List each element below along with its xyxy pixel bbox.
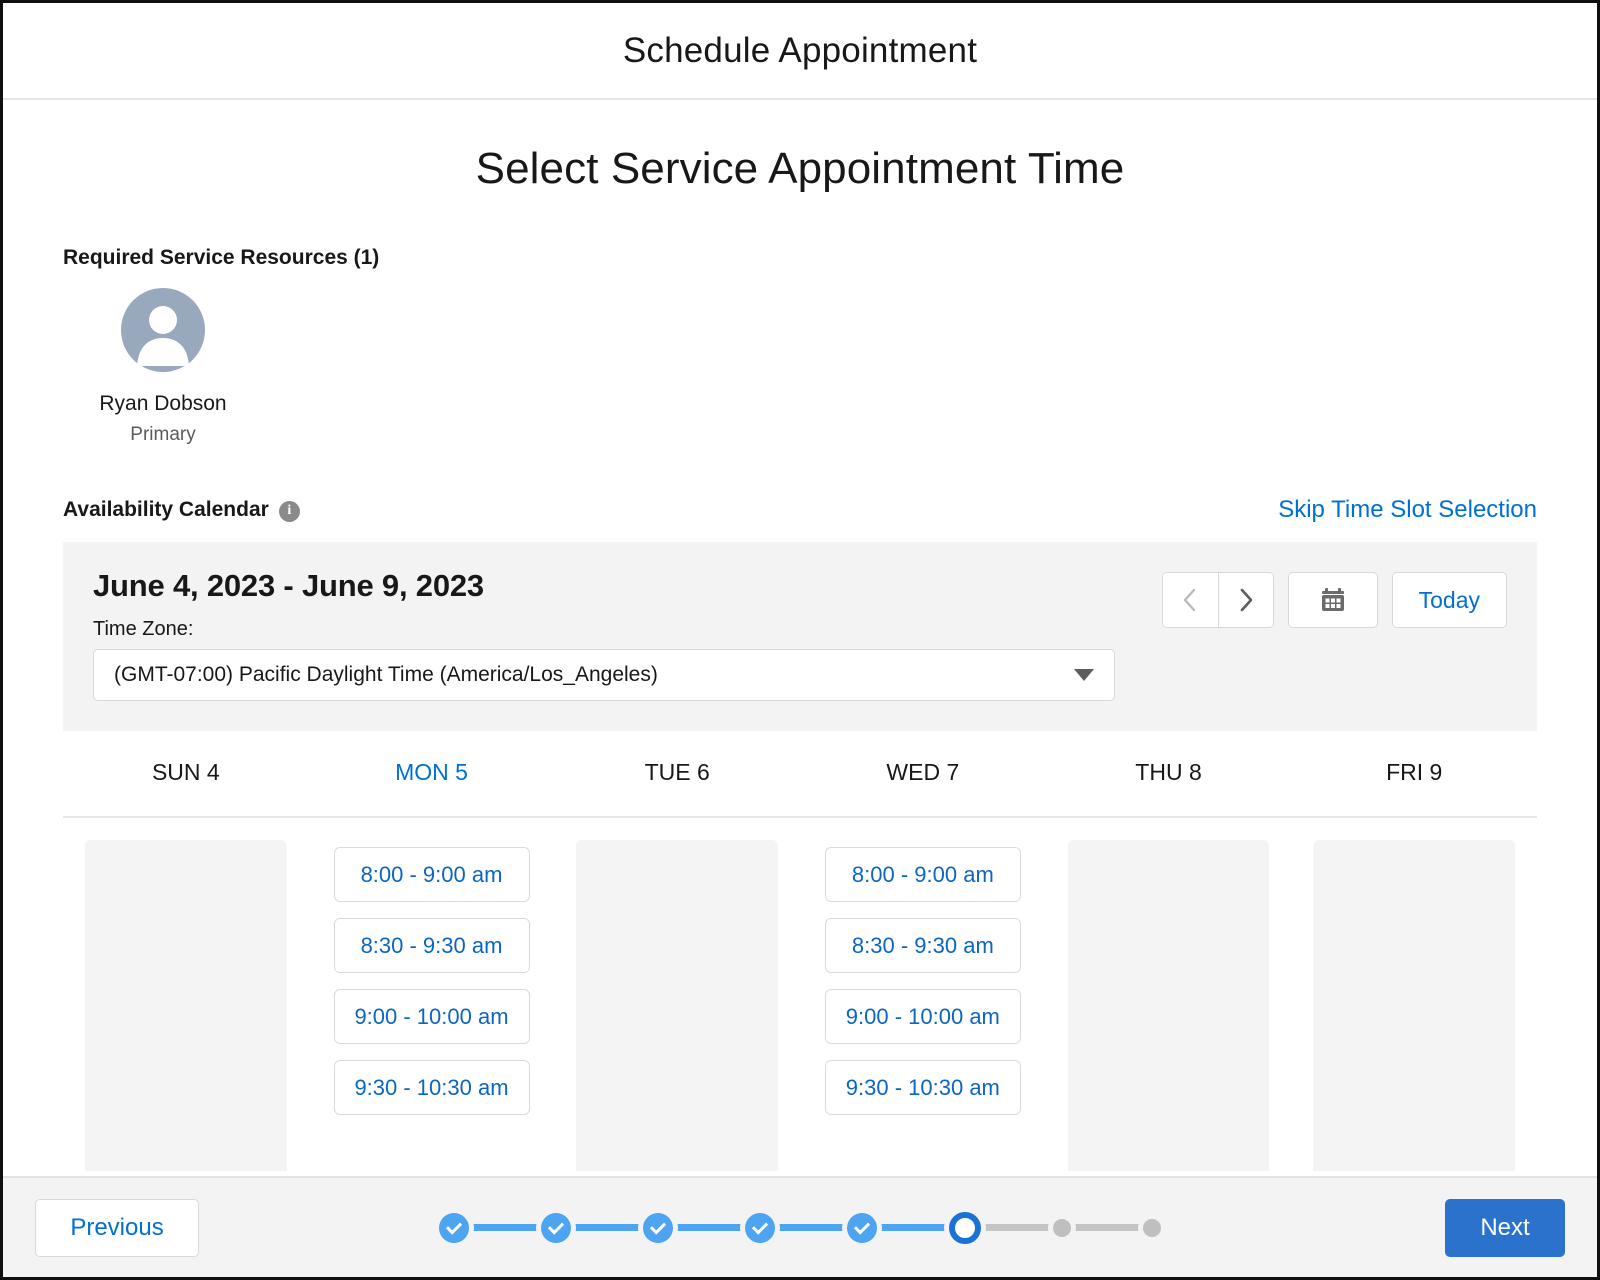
day-column-tue-6 [554, 840, 800, 1171]
day-header-mon-5[interactable]: MON 5 [309, 759, 555, 816]
resource-role: Primary [130, 424, 196, 445]
week-slot-columns: 8:00 - 9:00 am 8:30 - 9:30 am 9:00 - 10:… [63, 840, 1537, 1171]
modal-body: Select Service Appointment Time Required… [3, 100, 1597, 1176]
empty-day-background [85, 840, 287, 1171]
day-column-mon-5: 8:00 - 9:00 am 8:30 - 9:30 am 9:00 - 10:… [309, 840, 555, 1131]
progress-step-7[interactable] [1053, 1218, 1071, 1237]
calendar-toolbar-left: June 4, 2023 - June 9, 2023 Time Zone: (… [93, 568, 1153, 701]
resource-name: Ryan Dobson [99, 392, 227, 415]
required-service-resources-label: Required Service Resources (1) [63, 246, 1537, 270]
week-day-headers: SUN 4 MON 5 TUE 6 WED 7 THU 8 FRI 9 [63, 731, 1537, 818]
modal-footer: Previous Next [3, 1176, 1597, 1277]
progress-step-5[interactable] [847, 1212, 877, 1243]
resource-list: Ryan Dobson Primary [63, 288, 1537, 446]
user-avatar-icon [121, 288, 205, 372]
time-slot[interactable]: 8:30 - 9:30 am [333, 918, 530, 973]
empty-day-background [576, 840, 779, 1171]
timezone-value: (GMT-07:00) Pacific Daylight Time (Ameri… [114, 663, 658, 686]
availability-calendar-text: Availability Calendar [63, 498, 269, 521]
progress-connector [981, 1224, 1053, 1231]
day-header-sun-4[interactable]: SUN 4 [63, 759, 309, 816]
day-column-sun-4 [63, 840, 309, 1171]
progress-connector [1071, 1224, 1143, 1231]
modal-header: Schedule Appointment [3, 3, 1597, 100]
calendar-picker-button[interactable] [1287, 572, 1378, 628]
page-title: Select Service Appointment Time [475, 144, 1125, 193]
day-header-tue-6[interactable]: TUE 6 [554, 759, 800, 816]
progress-step-3[interactable] [643, 1212, 673, 1243]
availability-calendar-label: Availability Calendar i [63, 498, 300, 522]
calendar-toolbar: June 4, 2023 - June 9, 2023 Time Zone: (… [63, 542, 1537, 731]
calendar-icon [1321, 588, 1344, 611]
required-service-resources-text: Required Service Resources (1) [63, 246, 380, 269]
chevron-down-icon [1074, 669, 1094, 681]
calendar-toolbar-right: Today [1161, 568, 1507, 628]
week-nav-group [1161, 572, 1274, 628]
day-column-thu-8 [1046, 840, 1292, 1171]
skip-time-slot-selection-link[interactable]: Skip Time Slot Selection [1278, 496, 1537, 524]
time-slot[interactable]: 8:00 - 9:00 am [824, 847, 1021, 902]
progress-connector [571, 1224, 643, 1231]
time-slot[interactable]: 9:30 - 10:30 am [824, 1060, 1021, 1115]
empty-day-background [1313, 840, 1516, 1171]
timezone-label: Time Zone: [93, 618, 194, 640]
next-button[interactable]: Next [1445, 1198, 1565, 1257]
progress-step-6-current[interactable] [949, 1211, 981, 1244]
time-slot[interactable]: 8:00 - 9:00 am [333, 847, 530, 902]
info-icon[interactable]: i [278, 500, 300, 522]
schedule-appointment-modal: Schedule Appointment Select Service Appo… [0, 0, 1600, 1280]
time-slot[interactable]: 9:00 - 10:00 am [824, 989, 1021, 1044]
progress-connector [877, 1224, 949, 1231]
day-header-thu-8[interactable]: THU 8 [1046, 759, 1292, 816]
resource-card[interactable]: Ryan Dobson Primary [63, 288, 263, 446]
progress-step-8[interactable] [1143, 1218, 1161, 1237]
time-slot[interactable]: 8:30 - 9:30 am [824, 918, 1021, 973]
progress-indicator [439, 1211, 1161, 1244]
progress-step-4[interactable] [745, 1212, 775, 1243]
date-range-label: June 4, 2023 - June 9, 2023 [93, 568, 484, 603]
day-header-fri-9[interactable]: FRI 9 [1291, 759, 1537, 816]
modal-title: Schedule Appointment [622, 30, 978, 70]
time-slot[interactable]: 9:00 - 10:00 am [333, 989, 530, 1044]
previous-week-button[interactable] [1162, 573, 1218, 627]
progress-step-2[interactable] [541, 1212, 571, 1243]
progress-connector [673, 1224, 745, 1231]
day-column-wed-7: 8:00 - 9:00 am 8:30 - 9:30 am 9:00 - 10:… [800, 840, 1046, 1131]
empty-day-background [1067, 840, 1270, 1171]
previous-button[interactable]: Previous [35, 1198, 199, 1257]
time-slot[interactable]: 9:30 - 10:30 am [333, 1060, 530, 1115]
next-week-button[interactable] [1217, 573, 1273, 627]
availability-header: Availability Calendar i Skip Time Slot S… [63, 496, 1537, 524]
progress-connector [775, 1224, 847, 1231]
day-header-wed-7[interactable]: WED 7 [800, 759, 1046, 816]
today-button[interactable]: Today [1391, 572, 1507, 628]
timezone-select[interactable]: (GMT-07:00) Pacific Daylight Time (Ameri… [93, 649, 1115, 701]
day-column-fri-9 [1291, 840, 1537, 1171]
progress-step-1[interactable] [439, 1212, 469, 1243]
progress-connector [469, 1224, 541, 1231]
